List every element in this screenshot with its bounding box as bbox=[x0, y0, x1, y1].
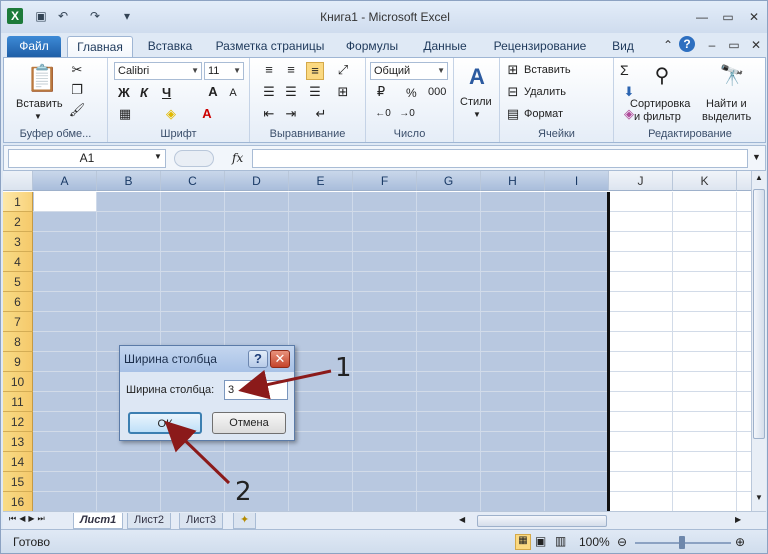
arrow-1 bbox=[238, 369, 332, 400]
annotation-label-2: 2 bbox=[235, 477, 252, 507]
arrow-2 bbox=[164, 420, 231, 485]
annotation-label-1: 1 bbox=[335, 353, 352, 383]
annotation-arrows bbox=[164, 369, 332, 485]
excel-window: X ▣ ↶ ↷ ▾ Книга1 - Microsoft Excel — ▭ ✕… bbox=[0, 0, 768, 554]
